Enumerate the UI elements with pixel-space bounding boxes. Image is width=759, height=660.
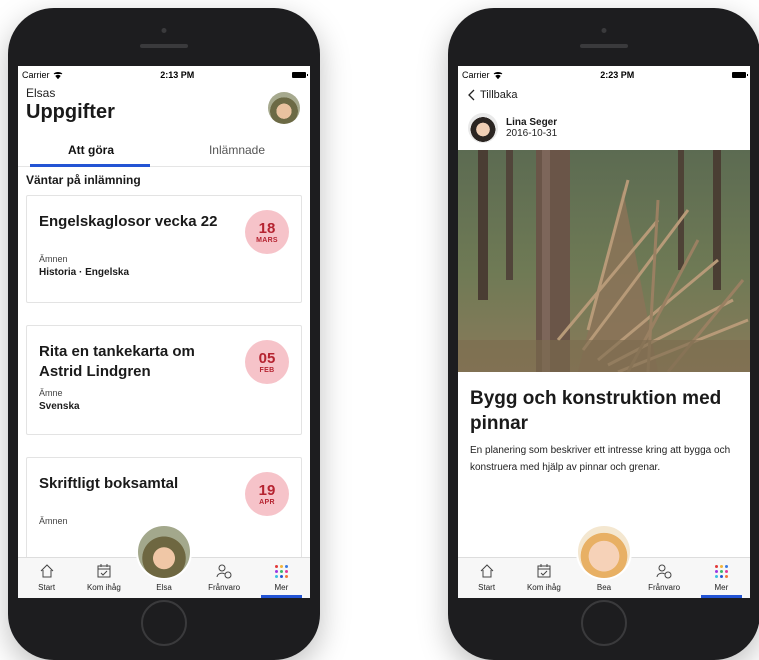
screen-post: Carrier 2:23 PM Tillbaka Lina Seger 2016… <box>458 66 750 598</box>
tab-label: Elsa <box>156 583 172 592</box>
home-button[interactable] <box>141 600 187 646</box>
home-icon <box>478 562 496 580</box>
tab-start[interactable]: Start <box>458 558 515 598</box>
battery-icon <box>292 72 308 78</box>
section-title: Väntar på inlämning <box>26 173 141 187</box>
tab-att-gora[interactable]: Att göra <box>18 134 164 166</box>
calendar-check-icon <box>95 562 113 580</box>
status-time: 2:23 PM <box>600 70 635 80</box>
child-avatar <box>135 524 192 580</box>
avatar <box>468 113 498 143</box>
child-avatar <box>575 524 632 580</box>
date-day: 05 <box>258 349 276 367</box>
tab-inlamnade[interactable]: Inlämnade <box>164 134 310 166</box>
calendar-check-icon <box>535 562 553 580</box>
more-dots-icon <box>272 562 290 580</box>
date-day: 18 <box>258 219 276 237</box>
tab-franvaro[interactable]: Frånvaro <box>635 558 692 598</box>
screen-tasks: Carrier 2:13 PM Elsas Uppgifter Att göra… <box>18 66 310 598</box>
back-label: Tillbaka <box>480 89 518 101</box>
date-badge: 05 FEB <box>245 340 289 384</box>
task-card[interactable]: Engelskaglosor vecka 22 18 MARS Ämnen Hi… <box>26 195 302 303</box>
wifi-icon <box>493 72 502 79</box>
status-bar: Carrier 2:23 PM <box>458 66 750 84</box>
tab-child-profile[interactable]: Bea <box>573 524 636 598</box>
home-icon <box>38 562 56 580</box>
tab-label: Mer <box>714 583 729 592</box>
battery-icon <box>732 72 748 78</box>
carrier-label: Carrier <box>462 70 490 80</box>
page-title: Uppgifter <box>26 101 115 123</box>
author-row: Lina Seger 2016-10-31 <box>458 106 750 150</box>
person-clock-icon <box>215 562 233 580</box>
tab-mer[interactable]: Mer <box>693 558 750 598</box>
date-badge: 19 APR <box>245 472 289 516</box>
date-month: FEB <box>259 366 275 374</box>
post-photo <box>458 150 750 372</box>
subject-value: Historia · Engelska <box>39 267 130 278</box>
tab-bar-top: Att göra Inlämnade <box>18 134 310 167</box>
back-button[interactable]: Tillbaka <box>458 84 750 106</box>
date-badge: 18 MARS <box>245 210 289 254</box>
carrier-label: Carrier <box>22 70 50 80</box>
owner-name: Elsas <box>26 86 56 100</box>
tab-label: Kom ihåg <box>526 583 561 592</box>
phone-frame-right: Carrier 2:23 PM Tillbaka Lina Seger 2016… <box>448 8 759 660</box>
person-clock-icon <box>655 562 673 580</box>
phone-frame-left: Carrier 2:13 PM Elsas Uppgifter Att göra… <box>8 8 320 660</box>
tab-label: Frånvaro <box>648 583 681 592</box>
tab-label: Start <box>478 583 496 592</box>
subject-label: Ämne <box>39 388 63 398</box>
tab-label: Frånvaro <box>208 583 241 592</box>
tab-mer[interactable]: Mer <box>253 558 310 598</box>
date-day: 19 <box>258 481 276 499</box>
avatar[interactable] <box>268 92 300 124</box>
speaker <box>140 44 188 48</box>
tab-franvaro[interactable]: Frånvaro <box>195 558 252 598</box>
tab-child-profile[interactable]: Elsa <box>133 524 196 598</box>
subject-value: Svenska <box>39 401 80 412</box>
tab-label: Start <box>38 583 56 592</box>
tab-label: Mer <box>274 583 289 592</box>
task-card[interactable]: Rita en tankekarta om Astrid Lindgren 05… <box>26 325 302 435</box>
subject-label: Ämnen <box>39 254 68 264</box>
status-bar: Carrier 2:13 PM <box>18 66 310 84</box>
more-dots-icon <box>712 562 730 580</box>
date-month: MARS <box>256 236 278 244</box>
tab-start[interactable]: Start <box>18 558 75 598</box>
bottom-tab-bar: Start Kom ihåg Elsa Frånvaro Mer <box>18 524 310 598</box>
date-month: APR <box>259 498 275 506</box>
chevron-left-icon <box>468 89 475 101</box>
tab-kom-ihag[interactable]: Kom ihåg <box>515 558 572 598</box>
speaker <box>580 44 628 48</box>
camera <box>601 28 607 33</box>
tab-label: Bea <box>596 583 612 592</box>
bottom-tab-bar: Start Kom ihåg Bea Frånvaro Mer <box>458 524 750 598</box>
author-name: Lina Seger <box>506 117 558 128</box>
status-time: 2:13 PM <box>160 70 195 80</box>
camera <box>161 28 167 33</box>
tab-kom-ihag[interactable]: Kom ihåg <box>75 558 132 598</box>
tab-label: Kom ihåg <box>86 583 121 592</box>
task-title: Engelskaglosor vecka 22 <box>39 213 218 230</box>
post-body: En planering som beskriver ett intresse … <box>470 445 731 473</box>
page-header: Elsas Uppgifter <box>18 84 310 134</box>
task-title: Skriftligt boksamtal <box>39 475 179 492</box>
home-button[interactable] <box>581 600 627 646</box>
wifi-icon <box>53 72 62 79</box>
post-date: 2016-10-31 <box>506 128 558 139</box>
active-tab-indicator <box>30 164 150 167</box>
post-title: Bygg och konstruktion med pinnar <box>470 388 722 434</box>
task-title: Rita en tankekarta om Astrid Lindgren <box>39 343 195 380</box>
